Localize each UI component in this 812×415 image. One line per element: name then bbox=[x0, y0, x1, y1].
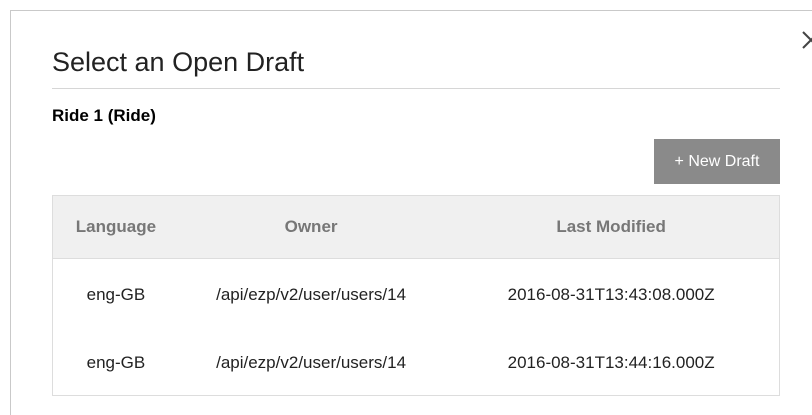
column-header-language: Language bbox=[52, 195, 179, 259]
table-row[interactable]: eng-GB /api/ezp/v2/user/users/14 2016-08… bbox=[53, 332, 780, 396]
table-header-row: Language Owner Last Modified bbox=[52, 195, 780, 259]
draft-last-modified: 2016-08-31T13:44:16.000Z bbox=[507, 353, 715, 373]
close-button[interactable] bbox=[799, 27, 812, 53]
draft-last-modified: 2016-08-31T13:43:08.000Z bbox=[507, 285, 715, 305]
dialog-title: Select an Open Draft bbox=[52, 47, 305, 77]
drafts-table: Language Owner Last Modified eng-GB /api… bbox=[52, 195, 780, 396]
title-divider bbox=[52, 88, 780, 89]
new-draft-button[interactable]: + New Draft bbox=[654, 139, 780, 184]
column-header-owner: Owner bbox=[178, 195, 444, 259]
column-header-last-modified: Last Modified bbox=[443, 195, 780, 259]
draft-owner: /api/ezp/v2/user/users/14 bbox=[216, 285, 407, 305]
draft-owner: /api/ezp/v2/user/users/14 bbox=[216, 353, 407, 373]
table-row[interactable]: eng-GB /api/ezp/v2/user/users/14 2016-08… bbox=[53, 259, 780, 332]
draft-language: eng-GB bbox=[86, 285, 146, 305]
draft-language: eng-GB bbox=[86, 353, 146, 373]
content-name-heading: Ride 1 (Ride) bbox=[52, 106, 156, 125]
close-icon bbox=[802, 31, 812, 49]
